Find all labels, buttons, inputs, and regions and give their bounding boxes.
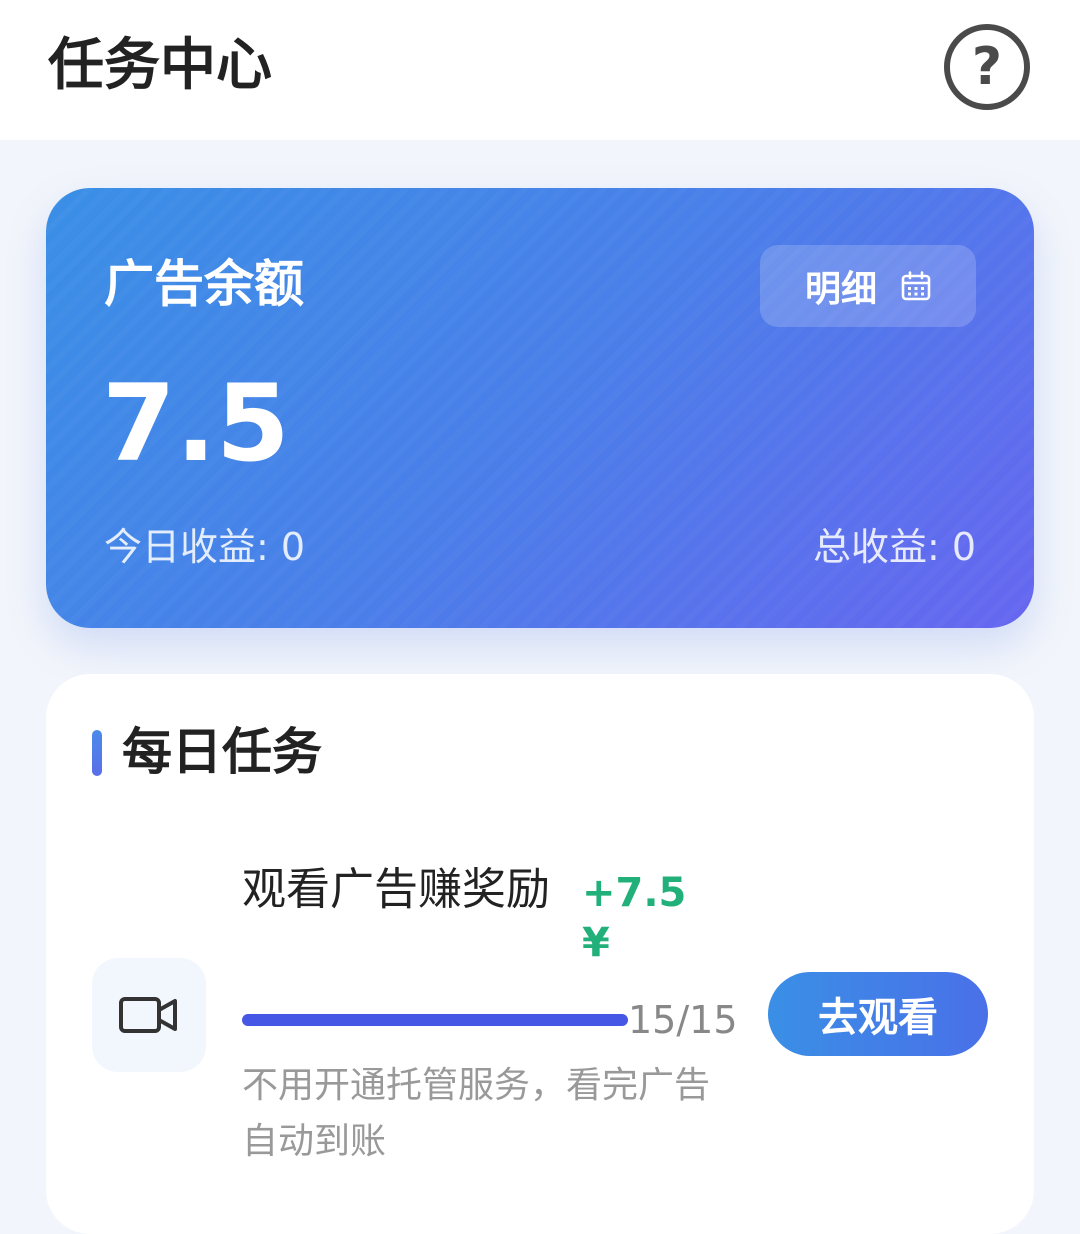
top-bar: 任务中心 ? — [0, 0, 1080, 140]
task-progress-bar — [242, 1014, 628, 1026]
detail-button-label: 明细 — [804, 269, 877, 310]
today-earnings: 今日收益: 0 — [104, 525, 306, 569]
task-progress-fill — [242, 1014, 628, 1026]
total-earnings: 总收益: 0 — [812, 525, 976, 569]
task-progress-text: 15/15 — [628, 998, 738, 1042]
calendar-icon — [901, 271, 931, 301]
detail-button[interactable]: 明细 — [760, 245, 976, 327]
task-reward: +7.5 ¥ — [582, 870, 687, 966]
video-camera-icon — [92, 958, 206, 1072]
balance-card: 广告余额 明细 7.5 今日收益: 0 总收益: 0 — [46, 188, 1034, 628]
task-description: 不用开通托管服务，看完广告自动到账 — [242, 1065, 711, 1162]
section-title: 每日任务 — [122, 723, 322, 781]
balance-card-title: 广告余额 — [104, 255, 304, 313]
section-accent-bar — [92, 730, 102, 776]
task-name: 观看广告赚奖励 — [242, 864, 550, 915]
page-title: 任务中心 — [48, 33, 272, 98]
balance-value: 7.5 — [102, 362, 290, 485]
help-icon[interactable]: ? — [944, 24, 1030, 110]
daily-tasks-card: 每日任务 观看广告赚奖励 +7.5 ¥ 15/15 去观看 不用开通托管服务，看… — [46, 674, 1034, 1234]
go-watch-button[interactable]: 去观看 — [768, 972, 988, 1056]
